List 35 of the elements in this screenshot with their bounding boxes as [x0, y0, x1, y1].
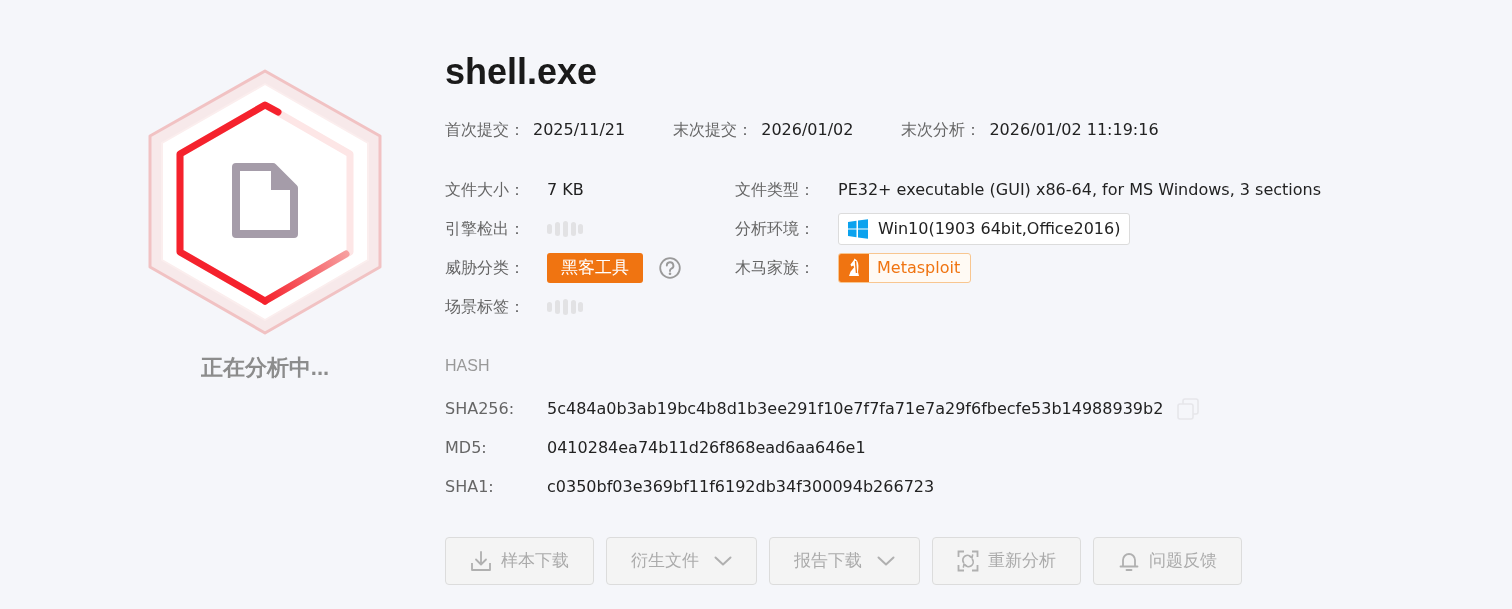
- field-value: 2026/01/02 11:19:16: [989, 119, 1159, 141]
- field-label: 文件类型：: [735, 179, 816, 200]
- hash-heading: HASH: [445, 356, 491, 376]
- analysis-status-text: 正在分析中...: [200, 354, 330, 382]
- help-icon[interactable]: [659, 256, 681, 279]
- hash-label: MD5:: [445, 436, 488, 459]
- field-label: 分析环境：: [735, 218, 816, 239]
- field-value: PE32+ executable (GUI) x86-64, for MS Windows, 3 sections: [838, 178, 1322, 201]
- family-name-text: Metasploit: [877, 256, 961, 279]
- field-label: 末次分析：: [901, 120, 982, 140]
- file-icon: [232, 163, 298, 238]
- hash-label: SHA256:: [445, 397, 516, 420]
- download-icon: [470, 550, 492, 572]
- field-value: 2025/11/21: [533, 119, 626, 141]
- field-value: 2026/01/02: [761, 119, 854, 141]
- field-value: 7 KB: [547, 178, 584, 201]
- threat-category-tag: 黑客工具: [547, 252, 643, 283]
- knight-icon: [839, 253, 869, 282]
- field-label: 木马家族：: [735, 257, 816, 278]
- hash-value: 0410284ea74b11d26f868ead6aa646e1: [547, 436, 866, 459]
- environment-text: Win10(1903 64bit,Office2016): [878, 217, 1121, 240]
- bell-icon: [1118, 550, 1140, 572]
- field-label: 首次提交：: [445, 120, 525, 140]
- hash-value: c0350bf03e369bf11f6192db34f300094b266723: [547, 475, 935, 498]
- hash-value: 5c484a0b3ab19bc4b8d1b3ee291f10e7f7fa71e7a29f6fbecfe53b14988939b2: [547, 397, 1164, 420]
- malware-family-tag[interactable]: Metasploit: [838, 252, 972, 283]
- field-label: 文件大小：: [445, 179, 526, 200]
- field-label: 场景标签：: [445, 296, 526, 317]
- refresh-icon: [957, 550, 979, 572]
- field-label: 引擎检出：: [445, 218, 526, 239]
- field-label: 末次提交：: [673, 120, 754, 140]
- file-name-title: shell.exe: [445, 50, 599, 94]
- windows-icon: [848, 218, 868, 239]
- hash-label: SHA1:: [445, 475, 495, 498]
- field-label: 威胁分类：: [445, 257, 526, 278]
